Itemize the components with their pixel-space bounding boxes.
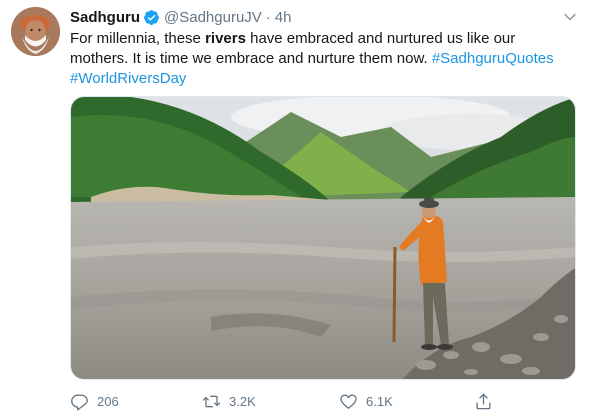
tweet-photo[interactable] [70, 96, 576, 380]
share-button[interactable] [474, 389, 501, 413]
header-separator: · [265, 8, 271, 26]
reply-count: 206 [97, 393, 119, 409]
chevron-down-icon[interactable] [560, 7, 580, 27]
timestamp[interactable]: 4h [275, 9, 292, 26]
retweet-button[interactable]: 3.2K [202, 389, 256, 413]
tweet-text: For millennia, these rivers have embrace… [70, 29, 575, 89]
retweet-icon [202, 395, 221, 407]
reply-icon [71, 393, 88, 411]
user-handle[interactable]: @SadhguruJV [164, 9, 262, 26]
avatar[interactable] [11, 7, 60, 56]
hashtag-link[interactable]: #WorldRiversDay [70, 70, 186, 87]
verified-badge-icon [144, 9, 159, 25]
tweet-header: Sadhguru @SadhguruJV · 4h [70, 7, 291, 27]
heart-icon [340, 393, 357, 409]
avatar-image [11, 7, 60, 56]
tweet[interactable]: Sadhguru @SadhguruJV · 4h For millennia,… [0, 0, 589, 419]
retweet-count: 3.2K [229, 393, 256, 409]
river-photo [71, 97, 575, 379]
reply-button[interactable]: 206 [70, 389, 119, 413]
like-count: 6.1K [366, 393, 393, 409]
share-icon [476, 393, 491, 409]
display-name[interactable]: Sadhguru [70, 9, 140, 26]
tweet-text-bold: rivers [205, 30, 246, 47]
tweet-text-before: For millennia, these [70, 30, 206, 47]
tweet-actions: 206 3.2K 6.1K [70, 389, 500, 413]
hashtag-link[interactable]: #SadhguruQuotes [432, 50, 554, 67]
like-button[interactable]: 6.1K [339, 389, 393, 413]
